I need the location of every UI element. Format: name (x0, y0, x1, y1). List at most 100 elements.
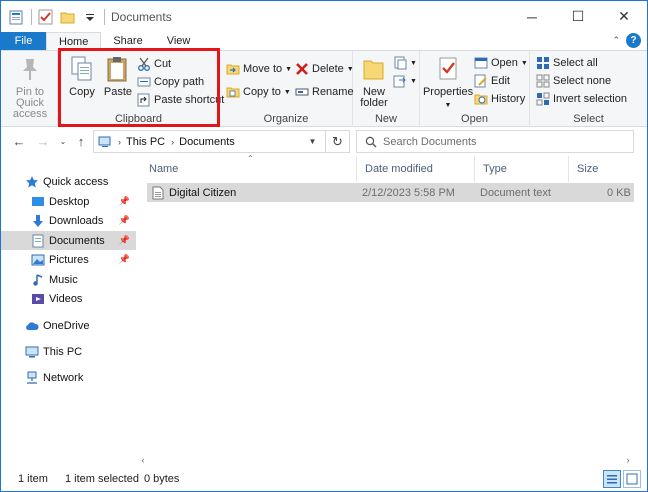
refresh-icon[interactable]: ↻ (325, 131, 349, 152)
copy-to-dropdown-icon: ▼ (283, 88, 291, 96)
status-selected-count: 1 item selected (64, 473, 139, 485)
minimize-button[interactable]: ─ (509, 1, 555, 32)
new-folder-button[interactable]: New folder (358, 55, 390, 109)
nav-pictures[interactable]: Pictures 📌 (1, 250, 136, 269)
move-to-folder-icon (226, 62, 240, 76)
edit-button[interactable]: Edit (474, 73, 510, 89)
scrollbar-thumb[interactable] (152, 455, 617, 465)
delete-x-icon (295, 62, 309, 76)
history-icon (474, 92, 488, 106)
column-size-header[interactable]: Size (569, 156, 636, 182)
explorer-window: Documents ─ ☐ ✕ File Home Share View ⌃ ?… (0, 0, 648, 492)
clipboard-highlight-box (58, 48, 220, 127)
close-button[interactable]: ✕ (601, 1, 647, 32)
select-all-button[interactable]: Select all (536, 55, 598, 71)
column-name-label: Name (149, 163, 179, 175)
column-type-header[interactable]: Type (475, 156, 569, 182)
star-icon (25, 175, 39, 189)
delete-label: Delete (312, 63, 344, 75)
new-folder-icon (361, 55, 387, 83)
new-folder-qat-icon[interactable] (60, 9, 76, 25)
qat-divider (31, 8, 32, 25)
new-group-label: New (374, 113, 397, 125)
rename-button[interactable]: Rename (295, 84, 354, 100)
address-dropdown-icon[interactable]: ▼ (301, 131, 323, 152)
select-all-icon (536, 56, 550, 70)
nav-onedrive[interactable]: OneDrive (1, 316, 136, 335)
maximize-button[interactable]: ☐ (555, 1, 601, 32)
invert-selection-label: Invert selection (553, 93, 627, 105)
chevron-up-icon[interactable]: ⌃ (612, 35, 620, 46)
new-item-icon (393, 56, 407, 70)
invert-selection-button[interactable]: Invert selection (536, 91, 627, 107)
open-icon (474, 56, 488, 70)
select-none-icon (536, 74, 550, 88)
customize-qat-dropdown-icon[interactable] (82, 9, 98, 25)
file-name-cell: Digital Citizen (151, 183, 236, 202)
view-toggle (603, 470, 641, 488)
status-size: 0 bytes (143, 473, 180, 485)
scroll-right-arrow-icon[interactable]: › (621, 453, 635, 467)
download-arrow-icon (31, 214, 45, 228)
select-all-label: Select all (553, 57, 598, 69)
copy-to-button[interactable]: Copy to ▼ (226, 84, 291, 100)
properties-button[interactable]: Properties ▼ (422, 55, 474, 111)
column-date-header[interactable]: Date modified (357, 156, 475, 182)
nav-videos-label: Videos (49, 292, 83, 305)
new-item-button[interactable]: ▼ (393, 55, 417, 71)
organize-group: Move to ▼ Copy to ▼ Delete ▼ Rename Orga… (220, 51, 354, 127)
file-size: 0 KB (607, 186, 631, 199)
search-placeholder: Search Documents (383, 135, 477, 148)
up-arrow-icon[interactable]: ↑ (73, 133, 89, 149)
properties-label: Properties (422, 86, 474, 98)
history-button[interactable]: History (474, 91, 525, 107)
documents-icon (31, 234, 45, 248)
tab-file[interactable]: File (1, 32, 46, 50)
help-button[interactable]: ? (626, 33, 641, 48)
nav-onedrive-label: OneDrive (43, 319, 90, 332)
breadcrumb-this-pc[interactable]: This PC (126, 136, 165, 148)
file-row[interactable]: Digital Citizen 2/12/2023 5:58 PM Docume… (147, 183, 634, 202)
nav-network[interactable]: Network (1, 368, 136, 387)
nav-videos[interactable]: Videos (1, 289, 136, 308)
nav-desktop[interactable]: Desktop 📌 (1, 192, 136, 211)
move-to-label: Move to (243, 63, 283, 75)
back-arrow-icon[interactable]: ← (11, 133, 27, 149)
new-group: New folder ▼ ▼ New (353, 51, 420, 127)
status-item-count: 1 item (18, 473, 48, 485)
move-to-button[interactable]: Move to ▼ (226, 61, 292, 77)
scroll-left-arrow-icon[interactable]: ‹ (136, 453, 150, 467)
forward-arrow-icon[interactable]: → (35, 133, 51, 149)
nav-downloads[interactable]: Downloads 📌 (1, 211, 136, 230)
nav-this-pc-label: This PC (43, 345, 83, 358)
explorer-icon[interactable] (9, 9, 25, 25)
edit-label: Edit (491, 75, 510, 87)
column-name-header[interactable]: Name ⌃ (141, 154, 357, 182)
navigation-bar: ← → ⌄ ↑ › This PC › Documents ▼ ↻ Search… (1, 127, 647, 156)
large-icons-view-icon[interactable] (623, 470, 641, 488)
window-controls: ─ ☐ ✕ (509, 1, 647, 32)
details-view-icon[interactable] (603, 470, 621, 488)
delete-button[interactable]: Delete ▼ (295, 61, 354, 77)
horizontal-scrollbar[interactable]: ‹ › (136, 453, 635, 467)
nav-documents-label: Documents (49, 234, 105, 247)
pin-to-quick-access-button[interactable]: Pin to Quick access (5, 55, 55, 120)
nav-documents[interactable]: Documents 📌 (1, 231, 136, 250)
breadcrumb-documents[interactable]: Documents (179, 136, 235, 148)
nav-quick-access[interactable]: Quick access (1, 172, 136, 191)
open-button[interactable]: Open ▼ (474, 55, 528, 71)
pictures-icon (31, 253, 45, 267)
nav-this-pc[interactable]: This PC (1, 342, 136, 361)
address-bar[interactable]: › This PC › Documents ▼ ↻ (93, 130, 350, 153)
easy-access-button[interactable]: ▼ (393, 73, 417, 89)
recent-locations-dropdown-icon[interactable]: ⌄ (55, 133, 71, 149)
search-box[interactable]: Search Documents (356, 130, 634, 153)
nav-music[interactable]: Music (1, 270, 136, 289)
open-group: Properties ▼ Open ▼ Edit History Open (420, 51, 530, 127)
nav-quick-access-label: Quick access (43, 175, 109, 188)
qat-divider-2 (104, 8, 105, 25)
pin-icon: 📌 (118, 254, 130, 264)
select-none-button[interactable]: Select none (536, 73, 611, 89)
properties-check-icon[interactable] (38, 9, 54, 25)
edit-icon (474, 74, 488, 88)
